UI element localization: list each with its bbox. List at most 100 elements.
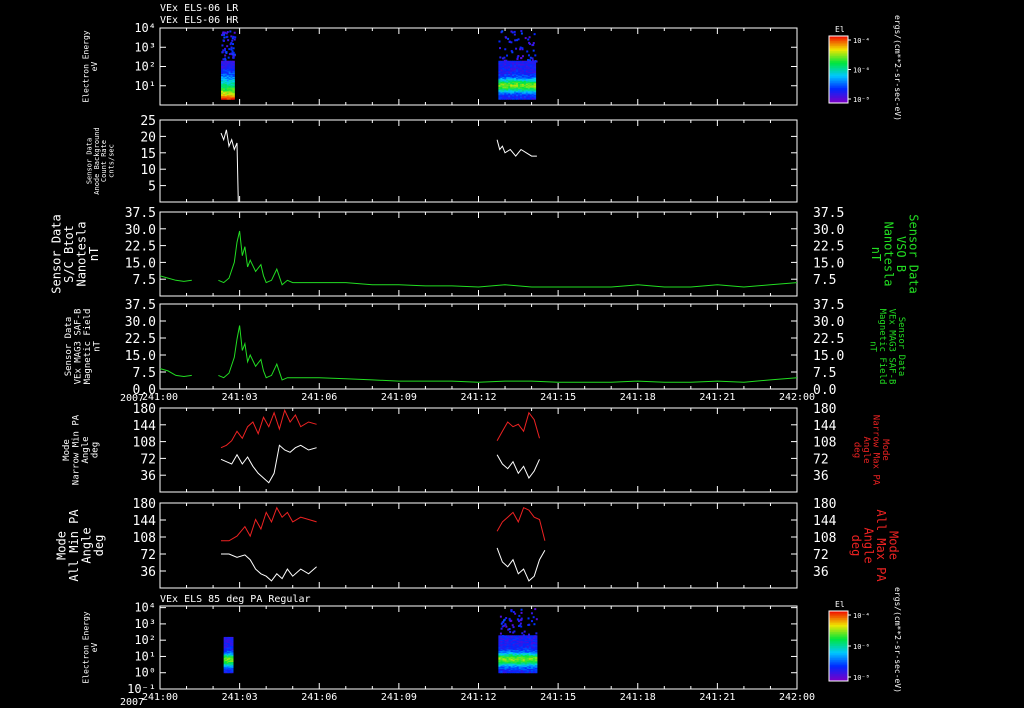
y-tick-label: 10¹ (134, 649, 156, 663)
x-tick-label-3-7: 241:21 (699, 392, 735, 403)
heatmap-cell (499, 56, 502, 59)
heatmap-cell (222, 49, 225, 52)
series-line-1-1 (496, 139, 537, 157)
heatmap-cell (516, 39, 519, 42)
colorbar-2: El 10⁻⁴ 10⁻⁶ 10⁻⁸ (828, 600, 870, 682)
x-tick-label-3-3: 241:09 (381, 392, 417, 403)
y-tick-label: 5 (148, 180, 156, 195)
heatmap-cell (504, 36, 507, 39)
heatmap-cell (527, 54, 530, 57)
heatmap-cell (506, 54, 509, 57)
heatmap-cell (510, 619, 513, 622)
heatmap-cell (530, 612, 533, 615)
heatmap-cell (512, 631, 515, 634)
y-tick-label-right: 180 (813, 497, 836, 512)
heatmap-cell (520, 611, 523, 614)
heatmap-cell (232, 56, 235, 59)
heatmap-cell (499, 632, 502, 635)
y-tick-label: 25 (140, 114, 156, 129)
heatmap-cell (232, 98, 235, 100)
heatmap-cell (519, 622, 522, 625)
series-line-4-0 (220, 408, 317, 449)
heatmap-cell (232, 47, 235, 50)
x-tick-label-3-2: 241:06 (301, 392, 337, 403)
heatmap-cell (510, 30, 513, 33)
heatmap-cell (226, 45, 229, 48)
heatmap-cell (227, 56, 230, 59)
heatmap-cell (528, 42, 531, 45)
chart-canvas: VEx ELS-06 LR VEx ELS-06 HR VEx ELS 85 d… (49, 3, 921, 708)
heatmap-cell (502, 619, 505, 622)
heatmap-cell (527, 59, 530, 62)
heatmap-cell (535, 632, 538, 635)
heatmap-cell (230, 48, 233, 51)
heatmap-cell (510, 610, 513, 613)
y-axis-label-5-line: deg (92, 535, 106, 557)
heatmap-cell (221, 51, 224, 54)
series-line-4-2 (496, 411, 540, 441)
y-tick-label-right: 15.0 (813, 349, 844, 364)
right-axis-label-3: Sensor DataVEx MAG3 SAF-BMagnetic Fieldn… (868, 309, 906, 385)
y-axis-label-1-line: cnts/sec (107, 144, 115, 178)
heatmap-cell (499, 47, 502, 50)
y-tick-label: 22.5 (125, 240, 156, 255)
y-tick-label: 10⁴ (134, 21, 156, 35)
right-axis-label-2: Sensor DataVSO BNanoteslanT (869, 214, 921, 293)
heatmap-cell (226, 31, 229, 34)
heatmap-cell (512, 611, 515, 614)
x-tick-label-6-8: 242:00 (779, 692, 815, 703)
heatmap-cell (521, 55, 524, 58)
colorbar-units-text: ergs/(cm**2-sr-sec-eV) (893, 15, 902, 121)
heatmap-cell (513, 33, 516, 36)
y-tick-label: 36 (140, 469, 156, 484)
heatmap-cell (532, 49, 535, 52)
y-tick-label: 10¹ (134, 79, 156, 93)
heatmap-cell (234, 36, 237, 39)
y-tick-label-right: 0.0 (813, 383, 836, 398)
bottom-panel-title: VEx ELS 85 deg PA Regular (160, 594, 311, 605)
y-tick-label-right: 108 (813, 436, 836, 451)
x-tick-label-6-1: 241:03 (222, 692, 258, 703)
right-axis-label-4-line: deg (852, 442, 862, 458)
heatmap-cell (229, 43, 232, 46)
heatmap-cell (531, 57, 534, 60)
y-tick-label-right: 15.0 (813, 256, 844, 271)
heatmap-cell (228, 48, 231, 51)
colorbar-tick-label: 10⁻⁸ (853, 674, 870, 682)
heatmap-cell (522, 634, 525, 637)
heatmap-cell (227, 39, 230, 42)
colorbar-tick-label: 10⁻⁸ (853, 96, 870, 104)
y-tick-label: 10⁰ (134, 666, 156, 680)
heatmap-cell (517, 618, 520, 621)
y-tick-label: 10⁴ (134, 601, 156, 615)
heatmap-cell (520, 30, 523, 33)
right-axis-label-4: ModeNarrow Max PAAngledeg (852, 415, 890, 486)
heatmap-block-1 (498, 608, 538, 674)
heatmap-cell (521, 632, 524, 635)
heatmap-cell (501, 30, 504, 33)
heatmap-cell (505, 625, 508, 628)
heatmap-cell (222, 58, 225, 61)
y-tick-label-right: 37.5 (813, 206, 844, 221)
heatmap-cell (501, 57, 504, 60)
panel-frame-0 (159, 27, 798, 106)
series-line-3-1 (218, 325, 798, 383)
heatmap-cell (221, 44, 224, 47)
heatmap-cell (515, 47, 518, 50)
heatmap-cell (528, 633, 531, 636)
colorbar-units-1: ergs/(cm**2-sr-sec-eV) (893, 15, 902, 121)
heatmap-cell (225, 51, 228, 54)
right-axis-label-3-line: nT (868, 341, 878, 352)
y-tick-label: 108 (133, 436, 156, 451)
series-line-1-0 (220, 129, 239, 203)
y-axis-label-2: Sensor DataS/C BtotNanoteslanT (49, 214, 101, 293)
heatmap-cell (532, 42, 535, 45)
heatmap-cell (511, 624, 514, 627)
heatmap-cell (230, 35, 233, 38)
panel-frame-4 (159, 407, 798, 493)
x-tick-label-6-4: 241:12 (460, 692, 496, 703)
heatmap-cell (224, 58, 227, 61)
y-axis-label-4-line: deg (90, 442, 100, 458)
heatmap-cell (232, 35, 235, 38)
heatmap-cell (504, 48, 507, 51)
